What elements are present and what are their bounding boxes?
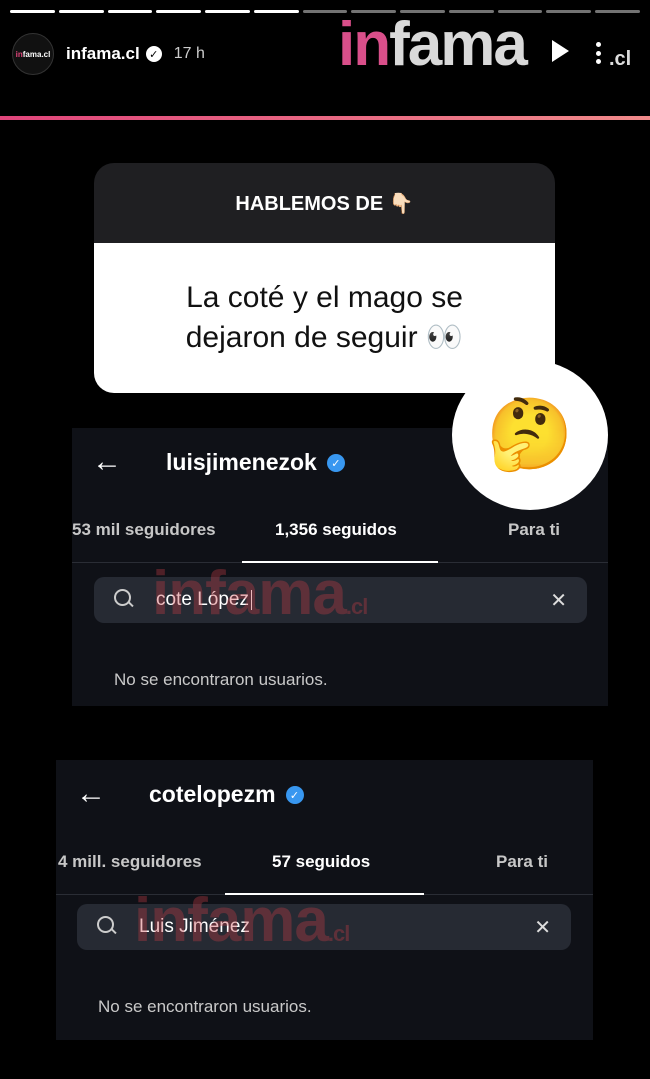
progress-segment (595, 10, 640, 13)
verified-badge-icon: ✓ (145, 46, 162, 62)
play-icon[interactable] (552, 40, 569, 62)
progress-segment (253, 10, 299, 13)
back-arrow-icon[interactable]: ← (76, 777, 116, 811)
follow-tabs: 4 mill. seguidores 57 seguidos Para ti (56, 840, 593, 895)
profile-username: cotelopezm ✓ (149, 781, 304, 808)
close-icon[interactable]: ✕ (550, 588, 567, 613)
story-progress-bar (10, 10, 640, 13)
progress-segment (205, 10, 250, 13)
search-input[interactable]: cote López (156, 589, 252, 611)
question-sticker: HABLEMOS DE 👇🏻 La coté y el mago se deja… (94, 163, 555, 393)
search-input[interactable]: Luis Jiménez (139, 916, 250, 938)
tab-followers[interactable]: 4 mill. seguidores (58, 852, 202, 872)
question-sticker-text: La coté y el mago se dejaron de seguir 👀 (94, 243, 555, 393)
tab-for-you[interactable]: Para ti (508, 520, 560, 540)
brand-logo-cl: .cl (609, 48, 632, 70)
search-icon (97, 916, 119, 938)
brand-logo: infama (338, 14, 528, 76)
back-arrow-icon[interactable]: ← (92, 445, 132, 479)
active-tab-indicator (225, 893, 424, 895)
tab-followers[interactable]: 53 mil seguidores (72, 520, 216, 540)
brand-logo-fama: fama (389, 10, 528, 79)
profile-header: ← cotelopezm ✓ (56, 760, 593, 828)
progress-segment (107, 10, 153, 13)
question-sticker-header: HABLEMOS DE 👇🏻 (94, 163, 555, 243)
verified-badge-icon: ✓ (326, 454, 345, 473)
story-header: in fama.cl infama.cl ✓ 17 h (12, 30, 638, 78)
verified-badge-icon: ✓ (285, 786, 304, 805)
instagram-following-panel-2: ← cotelopezm ✓ 4 mill. seguidores 57 segu… (56, 760, 593, 1040)
progress-segment (10, 10, 55, 13)
brand-logo-in: in (338, 10, 391, 79)
active-tab-indicator (242, 561, 438, 563)
search-icon (114, 589, 136, 611)
progress-segment (546, 10, 592, 13)
empty-results-text: No se encontraron usuarios. (98, 997, 312, 1016)
progress-segment (156, 10, 202, 13)
tab-following[interactable]: 1,356 seguidos (275, 520, 397, 540)
brand-divider-line (0, 116, 650, 120)
thinking-emoji-sticker: 🤔 (452, 360, 608, 510)
follow-tabs: 53 mil seguidores 1,356 seguidos Para ti (72, 508, 608, 563)
avatar[interactable]: in fama.cl (12, 33, 54, 75)
search-field[interactable]: cote López ✕ (94, 577, 587, 623)
tab-for-you[interactable]: Para ti (496, 852, 548, 872)
story-account-name[interactable]: infama.cl (66, 44, 140, 64)
tab-following[interactable]: 57 seguidos (272, 852, 370, 872)
progress-segment (58, 10, 104, 13)
search-field[interactable]: Luis Jiménez ✕ (77, 904, 571, 950)
empty-results-text: No se encontraron usuarios. (114, 670, 328, 689)
more-options-icon[interactable] (596, 42, 602, 64)
story-time: 17 h (173, 45, 205, 62)
profile-username: luisjimenezok ✓ (166, 449, 345, 476)
close-icon[interactable]: ✕ (534, 915, 551, 940)
